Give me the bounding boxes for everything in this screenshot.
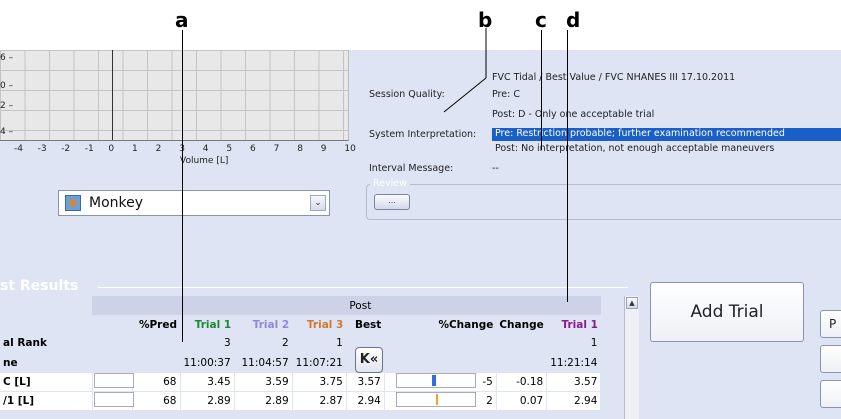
cell: 2.89 [234, 391, 293, 411]
x-tick: 0 [108, 144, 115, 154]
post-interpretation: Post: No interpretation, not enough acce… [495, 143, 775, 154]
review-button[interactable]: ... [374, 194, 410, 210]
x-tick: -3 [37, 144, 47, 154]
col-trial-1[interactable]: Trial 1 [180, 315, 235, 334]
interval-message-label: Interval Message: [369, 163, 454, 174]
review-group [366, 184, 841, 220]
pct-change-fill [432, 375, 436, 386]
interval-message-value: -- [492, 163, 499, 174]
table-column-header: %Pred Trial 1 Trial 2 Trial 3 Best %Chan… [0, 315, 601, 334]
x-tick: -4 [14, 144, 23, 154]
callout-c-line [541, 30, 542, 150]
callout-a: a [175, 8, 189, 32]
table-row: al Rank 3 2 1 1 [0, 334, 602, 354]
table-scrollbar[interactable]: ▲ [624, 296, 639, 419]
session-quality-label: Session Quality: [369, 89, 445, 100]
cell: 1 [292, 334, 347, 354]
cell: 11:07:21 [292, 353, 347, 373]
patient-avatar-icon [65, 195, 81, 211]
callout-d-line [567, 30, 568, 302]
post-header: Post [346, 296, 385, 315]
cell: 3.59 [234, 372, 293, 392]
table-row: C [L] 68 3.45 3.59 3.75 3.57 -5 -0.18 3.… [0, 372, 602, 392]
graph-zero-axis [112, 50, 113, 140]
callout-d: d [566, 8, 581, 32]
flow-volume-graph [0, 50, 349, 141]
col-trial-3[interactable]: Trial 3 [292, 315, 347, 334]
pct-change-bar [396, 373, 476, 388]
col-best: Best [346, 315, 385, 334]
cell-best: 3.57 [346, 372, 385, 392]
session-quality-header: FVC Tidal / Best Value / FVC NHANES III … [492, 72, 736, 83]
x-tick: 9 [320, 144, 327, 154]
y-tick: 4 – [0, 127, 14, 137]
patient-select[interactable]: Monkey ⌄ [58, 190, 330, 216]
pct-change-fill [436, 394, 438, 405]
system-interpretation-label: System Interpretation: [369, 129, 477, 140]
x-tick: 4 [202, 144, 209, 154]
pre-interpretation[interactable]: Pre: Restriction probable; further exami… [495, 128, 785, 139]
x-tick: 8 [297, 144, 303, 154]
col-change: Change [496, 315, 547, 334]
section-divider [98, 287, 628, 288]
add-trial-button[interactable]: Add Trial [650, 282, 804, 342]
x-tick: 1 [132, 144, 138, 154]
col-pct-change: %Change [384, 315, 497, 334]
results-table: Post %Pred Trial 1 Trial 2 Trial 3 Best … [0, 296, 602, 411]
cell-change: -0.18 [496, 372, 548, 392]
cell: 2 [234, 334, 293, 354]
cell-pred: 68 [132, 372, 181, 392]
review-legend: Review [370, 178, 410, 189]
callout-a-line [182, 30, 183, 342]
callout-c: c [535, 8, 547, 32]
y-tick: 6 – [0, 53, 14, 63]
cell-pred: 68 [132, 391, 181, 411]
x-tick: -1 [84, 144, 94, 154]
x-tick: 5 [226, 144, 233, 154]
side-button[interactable] [820, 345, 841, 373]
rewind-button[interactable]: K« [355, 347, 383, 373]
cell: 3.75 [292, 372, 347, 392]
side-button[interactable] [820, 380, 841, 408]
post-quality: Post: D - Only one acceptable trial [492, 109, 655, 120]
x-tick: 2 [155, 144, 162, 154]
cell: 1 [546, 334, 602, 354]
cell: 3.45 [180, 372, 235, 392]
cell-change: 0.07 [496, 391, 548, 411]
cell: 2.94 [546, 391, 602, 411]
pred-bar [94, 392, 134, 407]
cell: 11:21:14 [546, 353, 602, 373]
side-button-p[interactable]: P [820, 310, 841, 338]
cell-best: 2.94 [346, 391, 385, 411]
table-row: /1 [L] 68 2.89 2.89 2.87 2.94 2 0.07 2.9… [0, 391, 602, 411]
x-tick: -2 [61, 144, 71, 154]
scroll-up-icon[interactable]: ▲ [626, 297, 638, 309]
col-trial-2[interactable]: Trial 2 [234, 315, 293, 334]
row-label: C [L] [0, 372, 93, 392]
cell: 3.57 [546, 372, 602, 392]
cell: 2.89 [180, 391, 235, 411]
table-group-header: Post [0, 296, 601, 315]
col-pred: %Pred [132, 315, 180, 334]
y-tick: 2 – [0, 101, 14, 111]
x-tick: 10 [344, 144, 356, 154]
x-tick: 6 [250, 144, 256, 154]
pred-bar [94, 373, 134, 388]
test-results-title: st Results [0, 278, 79, 294]
cell: 11:04:57 [234, 353, 293, 373]
table-row: ne 11:00:37 11:04:57 11:07:21 11:21:14 [0, 353, 602, 373]
x-tick: 7 [273, 144, 280, 154]
row-label: /1 [L] [0, 391, 93, 411]
y-tick: 0 – [0, 81, 14, 91]
chevron-down-icon[interactable]: ⌄ [310, 195, 326, 211]
cell: 3 [180, 334, 235, 354]
row-label: ne [0, 353, 93, 373]
col-post-trial-1[interactable]: Trial 1 [546, 315, 601, 334]
cell: 11:00:37 [180, 353, 235, 373]
callout-b-line [443, 28, 487, 113]
row-label: al Rank [0, 334, 93, 354]
cell: 2.87 [292, 391, 347, 411]
patient-select-value: Monkey [89, 195, 144, 211]
x-axis-label: Volume [L] [180, 156, 229, 166]
